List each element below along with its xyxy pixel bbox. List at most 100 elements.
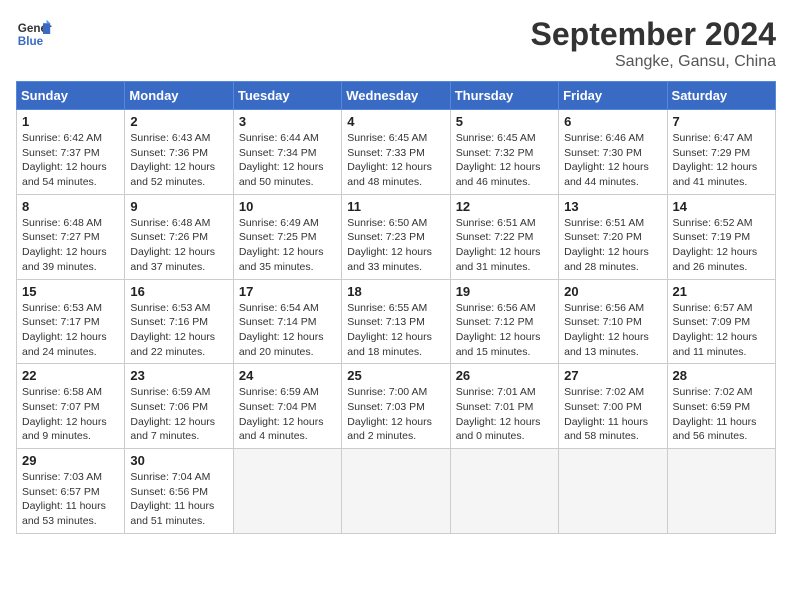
sunrise-text: Sunrise: 6:42 AM <box>22 131 119 146</box>
daylight-text: Daylight: 12 hours and 11 minutes. <box>673 330 770 359</box>
calendar-day-cell: 15 Sunrise: 6:53 AMSunset: 7:17 PMDayligh… <box>17 279 125 364</box>
day-info: Sunrise: 7:03 AMSunset: 6:57 PMDaylight:… <box>22 470 119 529</box>
sunrise-text: Sunrise: 6:58 AM <box>22 385 119 400</box>
calendar-day-cell: 28Sunrise: 7:02 AMSunset: 6:59 PMDayligh… <box>667 364 775 449</box>
calendar-day-cell: 30Sunrise: 7:04 AMSunset: 6:56 PMDayligh… <box>125 449 233 534</box>
day-info: Sunrise: 6:44 AMSunset: 7:34 PMDaylight:… <box>239 131 336 190</box>
sunrise-text: Sunrise: 6:44 AM <box>239 131 336 146</box>
sunset-text: Sunset: 7:14 PM <box>239 315 336 330</box>
calendar-day-cell <box>233 449 341 534</box>
sunset-text: Sunset: 7:36 PM <box>130 146 227 161</box>
sunset-text: Sunset: 7:04 PM <box>239 400 336 415</box>
day-info: Sunrise: 6:51 AMSunset: 7:22 PMDaylight:… <box>456 216 553 275</box>
day-info: Sunrise: 6:51 AMSunset: 7:20 PMDaylight:… <box>564 216 661 275</box>
daylight-text: Daylight: 12 hours and 54 minutes. <box>22 160 119 189</box>
day-info: Sunrise: 6:58 AMSunset: 7:07 PMDaylight:… <box>22 385 119 444</box>
daylight-text: Daylight: 12 hours and 46 minutes. <box>456 160 553 189</box>
day-info: Sunrise: 6:47 AMSunset: 7:29 PMDaylight:… <box>673 131 770 190</box>
month-title: September 2024 <box>531 16 776 53</box>
calendar-day-cell: 12Sunrise: 6:51 AMSunset: 7:22 PMDayligh… <box>450 194 558 279</box>
sunrise-text: Sunrise: 7:02 AM <box>673 385 770 400</box>
daylight-text: Daylight: 12 hours and 44 minutes. <box>564 160 661 189</box>
daylight-text: Daylight: 12 hours and 41 minutes. <box>673 160 770 189</box>
daylight-text: Daylight: 12 hours and 9 minutes. <box>22 415 119 444</box>
daylight-text: Daylight: 12 hours and 31 minutes. <box>456 245 553 274</box>
calendar-day-cell: 29Sunrise: 7:03 AMSunset: 6:57 PMDayligh… <box>17 449 125 534</box>
sunset-text: Sunset: 7:13 PM <box>347 315 444 330</box>
day-info: Sunrise: 7:02 AMSunset: 6:59 PMDaylight:… <box>673 385 770 444</box>
day-info: Sunrise: 6:59 AMSunset: 7:04 PMDaylight:… <box>239 385 336 444</box>
daylight-text: Daylight: 12 hours and 35 minutes. <box>239 245 336 274</box>
day-info: Sunrise: 6:50 AMSunset: 7:23 PMDaylight:… <box>347 216 444 275</box>
sunrise-text: Sunrise: 6:56 AM <box>564 301 661 316</box>
day-number: 19 <box>456 284 553 299</box>
daylight-text: Daylight: 12 hours and 13 minutes. <box>564 330 661 359</box>
daylight-text: Daylight: 12 hours and 33 minutes. <box>347 245 444 274</box>
calendar-day-cell: 17Sunrise: 6:54 AMSunset: 7:14 PMDayligh… <box>233 279 341 364</box>
calendar-day-cell: 14 Sunrise: 6:52 AMSunset: 7:19 PMDayligh… <box>667 194 775 279</box>
day-info: Sunrise: 6:53 AMSunset: 7:16 PMDaylight:… <box>130 301 227 360</box>
calendar-day-cell <box>342 449 450 534</box>
daylight-text: Daylight: 12 hours and 26 minutes. <box>673 245 770 274</box>
calendar-day-cell: 10Sunrise: 6:49 AMSunset: 7:25 PMDayligh… <box>233 194 341 279</box>
header-friday: Friday <box>559 82 667 110</box>
sunrise-text: Sunrise: 6:51 AM <box>564 216 661 231</box>
sunset-text: Sunset: 6:57 PM <box>22 485 119 500</box>
day-info: Sunrise: 7:00 AMSunset: 7:03 PMDaylight:… <box>347 385 444 444</box>
sunrise-text: Sunrise: 7:02 AM <box>564 385 661 400</box>
day-info: Sunrise: 6:54 AMSunset: 7:14 PMDaylight:… <box>239 301 336 360</box>
day-number: 15 <box>22 284 119 299</box>
calendar-week-row: 15 Sunrise: 6:53 AMSunset: 7:17 PMDayligh… <box>17 279 776 364</box>
daylight-text: Daylight: 12 hours and 28 minutes. <box>564 245 661 274</box>
day-number: 25 <box>347 368 444 383</box>
title-block: September 2024 Sangke, Gansu, China <box>531 16 776 71</box>
daylight-text: Daylight: 12 hours and 52 minutes. <box>130 160 227 189</box>
sunrise-text: Sunrise: 6:56 AM <box>456 301 553 316</box>
day-info: Sunrise: 6:52 AMSunset: 7:19 PMDaylight:… <box>673 216 770 275</box>
sunset-text: Sunset: 7:09 PM <box>673 315 770 330</box>
day-number: 18 <box>347 284 444 299</box>
sunrise-text: Sunrise: 6:45 AM <box>456 131 553 146</box>
header-saturday: Saturday <box>667 82 775 110</box>
calendar-day-cell: 19 Sunrise: 6:56 AMSunset: 7:12 PMDayligh… <box>450 279 558 364</box>
header-sunday: Sunday <box>17 82 125 110</box>
sunset-text: Sunset: 7:03 PM <box>347 400 444 415</box>
calendar-day-cell: 6Sunrise: 6:46 AMSunset: 7:30 PMDaylight… <box>559 110 667 195</box>
day-number: 26 <box>456 368 553 383</box>
day-info: Sunrise: 6:48 AMSunset: 7:27 PMDaylight:… <box>22 216 119 275</box>
sunset-text: Sunset: 7:01 PM <box>456 400 553 415</box>
sunset-text: Sunset: 7:06 PM <box>130 400 227 415</box>
day-number: 14 <box>673 199 770 214</box>
calendar-week-row: 29Sunrise: 7:03 AMSunset: 6:57 PMDayligh… <box>17 449 776 534</box>
daylight-text: Daylight: 12 hours and 18 minutes. <box>347 330 444 359</box>
day-info: Sunrise: 7:01 AMSunset: 7:01 PMDaylight:… <box>456 385 553 444</box>
calendar-day-cell: 7Sunrise: 6:47 AMSunset: 7:29 PMDaylight… <box>667 110 775 195</box>
sunset-text: Sunset: 7:33 PM <box>347 146 444 161</box>
header-wednesday: Wednesday <box>342 82 450 110</box>
calendar-day-cell: 16Sunrise: 6:53 AMSunset: 7:16 PMDayligh… <box>125 279 233 364</box>
sunrise-text: Sunrise: 6:52 AM <box>673 216 770 231</box>
day-info: Sunrise: 6:56 AMSunset: 7:12 PMDaylight:… <box>456 301 553 360</box>
day-info: Sunrise: 6:53 AMSunset: 7:17 PMDaylight:… <box>22 301 119 360</box>
sunset-text: Sunset: 7:25 PM <box>239 230 336 245</box>
day-number: 20 <box>564 284 661 299</box>
day-info: Sunrise: 6:56 AMSunset: 7:10 PMDaylight:… <box>564 301 661 360</box>
logo: General Blue General Blue <box>16 16 52 52</box>
daylight-text: Daylight: 12 hours and 0 minutes. <box>456 415 553 444</box>
sunset-text: Sunset: 7:17 PM <box>22 315 119 330</box>
day-number: 27 <box>564 368 661 383</box>
header-monday: Monday <box>125 82 233 110</box>
daylight-text: Daylight: 12 hours and 22 minutes. <box>130 330 227 359</box>
daylight-text: Daylight: 11 hours and 53 minutes. <box>22 499 119 528</box>
calendar-day-cell: 18Sunrise: 6:55 AMSunset: 7:13 PMDayligh… <box>342 279 450 364</box>
day-info: Sunrise: 6:45 AMSunset: 7:33 PMDaylight:… <box>347 131 444 190</box>
calendar-day-cell: 4Sunrise: 6:45 AMSunset: 7:33 PMDaylight… <box>342 110 450 195</box>
sunrise-text: Sunrise: 6:45 AM <box>347 131 444 146</box>
calendar-day-cell: 23Sunrise: 6:59 AMSunset: 7:06 PMDayligh… <box>125 364 233 449</box>
sunset-text: Sunset: 7:26 PM <box>130 230 227 245</box>
calendar-day-cell: 1Sunrise: 6:42 AMSunset: 7:37 PMDaylight… <box>17 110 125 195</box>
calendar-day-cell: 9Sunrise: 6:48 AMSunset: 7:26 PMDaylight… <box>125 194 233 279</box>
calendar-day-cell <box>559 449 667 534</box>
header-tuesday: Tuesday <box>233 82 341 110</box>
sunrise-text: Sunrise: 6:48 AM <box>130 216 227 231</box>
